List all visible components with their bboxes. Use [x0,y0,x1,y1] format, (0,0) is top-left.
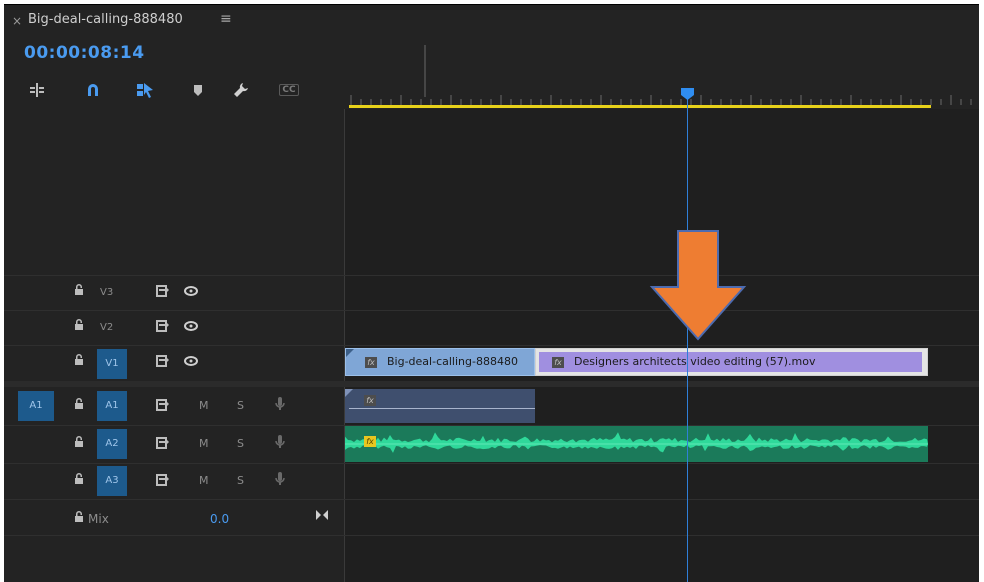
playhead-handle-icon[interactable] [680,87,695,101]
solo-button-a1[interactable]: S [237,399,244,412]
sync-lock-icon[interactable] [156,285,170,297]
clip-start-icon [345,389,353,397]
row-divider [4,463,979,464]
add-marker-icon[interactable] [187,79,209,101]
row-divider [4,310,979,311]
track-target-a2[interactable]: A2 [97,429,127,459]
captions-label: CC [279,84,299,96]
timeline-toolbar: CC [4,79,344,109]
mute-button-a2[interactable]: M [199,437,209,450]
video-audio-divider[interactable] [4,381,979,387]
microphone-icon[interactable] [275,396,285,412]
track-label-v2[interactable]: V2 [100,322,113,333]
close-tab-icon[interactable]: × [12,14,22,28]
audio-clip-a1[interactable]: fx [345,389,535,423]
linked-selection-icon[interactable] [134,79,156,101]
lock-icon[interactable] [74,354,84,366]
fx-badge-icon[interactable]: fx [552,357,564,368]
down-arrow-annotation-icon [649,230,747,341]
mix-volume-value[interactable]: 0.0 [210,512,229,526]
lock-icon[interactable] [74,436,84,448]
panel-tab-bar: × Big-deal-calling-888480 ≡ [4,5,979,39]
fx-badge-icon[interactable]: fx [365,357,377,368]
lock-icon[interactable] [74,284,84,296]
eye-icon[interactable] [184,286,198,296]
mix-label: Mix [88,512,109,526]
track-target-a3[interactable]: A3 [97,466,127,496]
sync-lock-icon[interactable] [156,437,170,449]
track-label-v3[interactable]: V3 [100,287,113,298]
row-divider [4,275,979,276]
clip-name: Designers architects video editing (57).… [574,355,816,368]
audio-clip-a2[interactable]: fx [345,426,928,462]
source-patch-a1[interactable]: A1 [18,391,54,421]
panel-menu-icon[interactable]: ≡ [220,11,232,27]
row-divider [4,499,979,500]
fx-badge-icon[interactable]: fx [364,436,376,447]
solo-button-a3[interactable]: S [237,474,244,487]
row-divider [4,345,979,346]
video-clip-big-deal[interactable]: fx Big-deal-calling-888480 [345,348,535,376]
mute-button-a1[interactable]: M [199,399,209,412]
video-clip-designers[interactable]: fx Designers architects video editing (5… [535,348,928,376]
track-target-a1[interactable]: A1 [97,391,127,421]
snap-magnet-icon[interactable] [82,79,104,101]
fx-badge-icon[interactable]: fx [364,395,376,406]
sync-lock-icon[interactable] [156,399,170,411]
volume-line[interactable] [349,408,535,409]
track-target-v1[interactable]: V1 [97,349,127,379]
captions-icon[interactable]: CC [276,79,302,101]
timeline-panel: × Big-deal-calling-888480 ≡ 00:00:08:14 … [4,4,979,582]
lock-icon[interactable] [74,511,84,523]
work-area-bar[interactable] [349,105,931,108]
row-divider [4,535,979,536]
insert-edit-icon[interactable] [26,79,48,101]
microphone-icon[interactable] [275,471,285,487]
wrench-settings-icon[interactable] [230,79,252,101]
solo-button-a2[interactable]: S [237,437,244,450]
mute-button-a3[interactable]: M [199,474,209,487]
clip-name: Big-deal-calling-888480 [387,355,518,368]
eye-icon[interactable] [184,356,198,366]
microphone-icon[interactable] [275,434,285,450]
playhead-timecode[interactable]: 00:00:08:14 [24,43,145,63]
sync-lock-icon[interactable] [156,474,170,486]
lock-icon[interactable] [74,398,84,410]
audio-waveform [345,432,928,453]
time-ruler[interactable] [345,39,979,109]
clip-start-icon [346,349,354,357]
sync-lock-icon[interactable] [156,320,170,332]
go-to-in-out-icon[interactable] [316,510,328,520]
sequence-tab-title[interactable]: Big-deal-calling-888480 [28,12,183,27]
lock-icon[interactable] [74,473,84,485]
lock-icon[interactable] [74,319,84,331]
sync-lock-icon[interactable] [156,355,170,367]
eye-icon[interactable] [184,321,198,331]
